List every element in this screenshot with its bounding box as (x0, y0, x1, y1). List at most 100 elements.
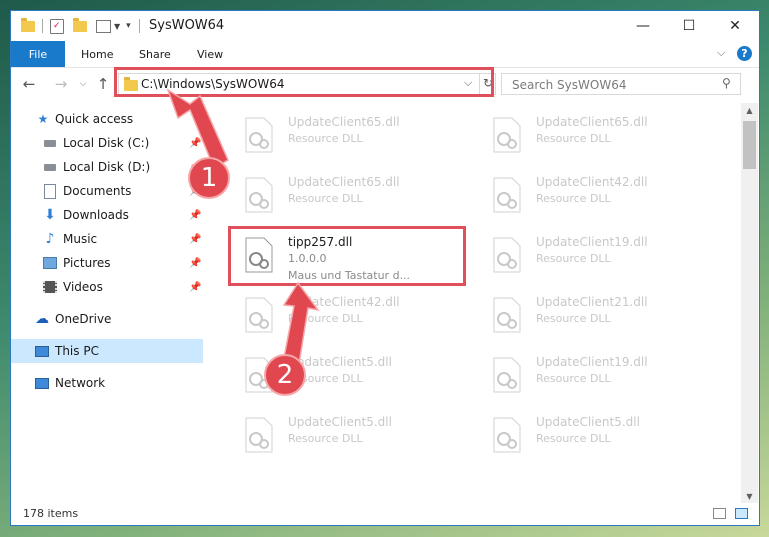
dll-file-icon (493, 417, 521, 453)
tab-view[interactable]: View (197, 41, 223, 67)
file-name: UpdateClient65.dll (288, 115, 400, 129)
scroll-down-icon[interactable]: ▼ (741, 489, 758, 503)
file-item[interactable]: UpdateClient5.dll Resource DLL (474, 409, 704, 461)
view-options-icon[interactable] (96, 19, 111, 33)
file-name: UpdateClient5.dll (536, 415, 640, 429)
pin-icon[interactable]: 📌 (189, 210, 201, 221)
pin-icon[interactable]: 📌 (189, 282, 201, 293)
up-arrow-icon[interactable]: ↑ (93, 73, 113, 95)
sidebar-item-videos[interactable]: Videos 📌 (11, 275, 203, 299)
documents-icon (43, 183, 57, 199)
status-bar: 178 items (11, 503, 759, 525)
toolbar-dropdown-icon[interactable]: ▾ (126, 21, 131, 31)
computer-icon (35, 344, 49, 358)
file-description: Resource DLL (288, 132, 363, 145)
dll-file-icon (245, 417, 273, 453)
back-arrow-icon[interactable]: ← (19, 73, 39, 95)
pin-icon[interactable]: 📌 (189, 138, 201, 149)
file-name: UpdateClient5.dll (288, 415, 392, 429)
divider (42, 19, 43, 33)
file-list: UpdateClient65.dll Resource DLL UpdateCl… (216, 103, 741, 503)
help-icon[interactable]: ? (737, 46, 752, 61)
pin-icon[interactable]: 📌 (189, 258, 201, 269)
file-name: UpdateClient21.dll (536, 295, 648, 309)
sidebar-item-network[interactable]: Network (11, 371, 203, 395)
customize-dropdown-icon[interactable]: ▼ (114, 22, 120, 31)
sidebar-item-this-pc[interactable]: This PC (11, 339, 203, 363)
file-description: Resource DLL (288, 432, 363, 445)
file-name: UpdateClient42.dll (288, 295, 400, 309)
maximize-button[interactable]: ☐ (666, 11, 712, 41)
tab-file[interactable]: File (11, 41, 65, 67)
expand-ribbon-icon[interactable]: ⌵ (717, 46, 725, 60)
file-highlight (228, 226, 466, 286)
file-item[interactable]: UpdateClient19.dll Resource DLL (474, 229, 704, 281)
forward-arrow-icon[interactable]: → (51, 73, 71, 95)
file-item[interactable]: UpdateClient65.dll Resource DLL (226, 109, 456, 161)
large-icons-view-icon[interactable] (735, 508, 748, 519)
scroll-up-icon[interactable]: ▲ (741, 103, 758, 117)
file-description: Resource DLL (288, 312, 363, 325)
file-description: Resource DLL (536, 432, 611, 445)
search-box[interactable]: ⚲ (501, 73, 741, 95)
scroll-thumb[interactable] (743, 121, 756, 169)
file-item[interactable]: UpdateClient65.dll Resource DLL (226, 169, 456, 221)
pin-icon[interactable]: 📌 (189, 234, 201, 245)
file-description: Resource DLL (536, 372, 611, 385)
details-view-icon[interactable] (713, 508, 726, 519)
file-description: Resource DLL (536, 132, 611, 145)
file-item[interactable]: UpdateClient5.dll Resource DLL (226, 349, 456, 401)
vertical-scrollbar[interactable]: ▲ ▼ (741, 103, 758, 503)
recent-locations-icon[interactable]: ⌵ (73, 73, 93, 95)
dll-file-icon (245, 177, 273, 213)
search-icon[interactable]: ⚲ (722, 76, 731, 90)
new-folder-icon[interactable] (73, 17, 87, 32)
navigation-pane: ★ Quick access Local Disk (C:) 📌 Local D… (11, 103, 209, 495)
drive-icon (43, 160, 57, 174)
dll-file-icon (245, 297, 273, 333)
file-name: UpdateClient19.dll (536, 355, 648, 369)
step-2-badge: 2 (264, 354, 306, 396)
search-input[interactable] (510, 76, 714, 94)
minimize-button[interactable]: — (620, 11, 666, 41)
file-description: Resource DLL (536, 192, 611, 205)
item-count: 178 items (23, 507, 79, 520)
file-item[interactable]: UpdateClient5.dll Resource DLL (226, 409, 456, 461)
file-name: UpdateClient65.dll (536, 115, 648, 129)
music-icon: ♪ (45, 231, 55, 247)
sidebar-item-quick-access[interactable]: ★ Quick access (11, 107, 203, 131)
quick-access-toolbar: ✓ ▼ ▾ (21, 17, 131, 35)
sidebar-item-pictures[interactable]: Pictures 📌 (11, 251, 203, 275)
dll-file-icon (493, 237, 521, 273)
tab-share[interactable]: Share (139, 41, 171, 67)
close-button[interactable]: ✕ (712, 11, 758, 41)
file-item[interactable]: UpdateClient21.dll Resource DLL (474, 289, 704, 341)
sidebar-item-documents[interactable]: Documents 📌 (11, 179, 203, 203)
tab-home[interactable]: Home (81, 41, 113, 67)
file-item[interactable]: UpdateClient19.dll Resource DLL (474, 349, 704, 401)
download-icon: ⬇ (44, 207, 56, 223)
dll-file-icon (493, 177, 521, 213)
sidebar-item-music[interactable]: ♪ Music 📌 (11, 227, 203, 251)
video-icon (43, 280, 57, 294)
dll-file-icon (493, 297, 521, 333)
sidebar-item-downloads[interactable]: ⬇ Downloads 📌 (11, 203, 203, 227)
divider (139, 19, 140, 33)
window-title: SysWOW64 (149, 18, 225, 33)
sidebar-item-onedrive[interactable]: ☁ OneDrive (11, 307, 203, 331)
file-item[interactable]: UpdateClient42.dll Resource DLL (226, 289, 456, 341)
dll-file-icon (493, 117, 521, 153)
file-name: UpdateClient65.dll (288, 175, 400, 189)
folder-icon (21, 17, 35, 32)
pictures-icon (43, 256, 57, 270)
dll-file-icon (245, 117, 273, 153)
file-item[interactable]: UpdateClient65.dll Resource DLL (474, 109, 704, 161)
file-description: Resource DLL (288, 192, 363, 205)
file-name: UpdateClient19.dll (536, 235, 648, 249)
cloud-icon: ☁ (35, 311, 49, 327)
sidebar-item-local-disk-c[interactable]: Local Disk (C:) 📌 (11, 131, 203, 155)
sidebar-item-local-disk-d[interactable]: Local Disk (D:) 📌 (11, 155, 203, 179)
file-name: UpdateClient42.dll (536, 175, 648, 189)
file-item[interactable]: UpdateClient42.dll Resource DLL (474, 169, 704, 221)
properties-icon[interactable]: ✓ (50, 18, 64, 34)
